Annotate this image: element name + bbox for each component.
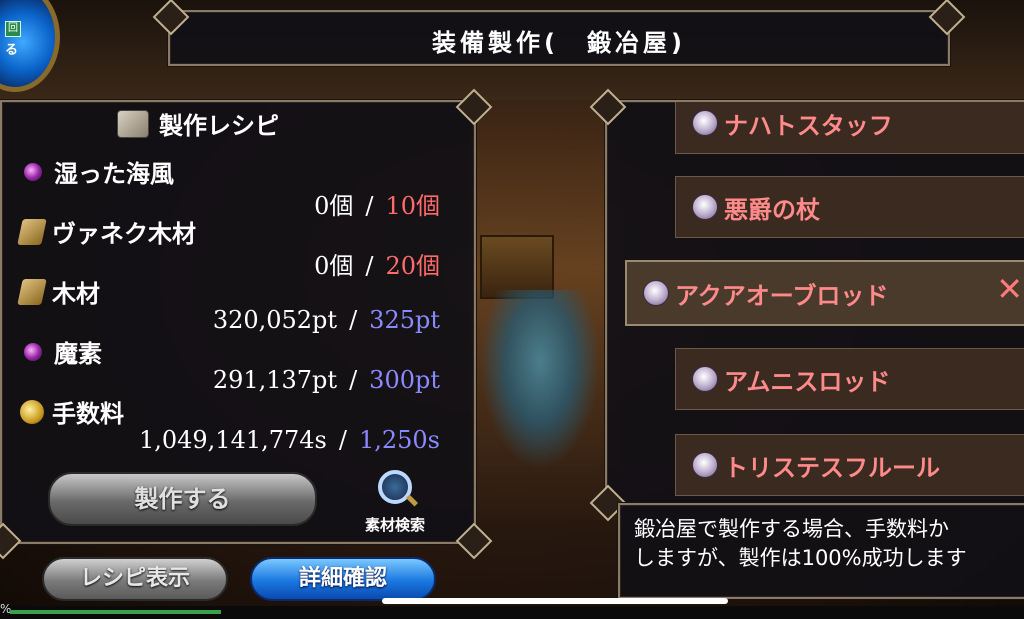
list-item-selected[interactable]: アクアオーブロッド ✕ [625,260,1024,326]
material-owned: 291,137pt [212,366,338,394]
material-name: 手数料 [52,400,124,428]
craft-button[interactable]: 製作する [48,472,317,526]
separator: / [349,366,358,394]
detail-confirm-button[interactable]: 詳細確認 [250,557,436,601]
recipe-header-label: 製作レシピ [159,112,279,140]
show-recipe-button[interactable]: レシピ表示 [42,557,228,601]
wood-icon [17,218,47,245]
list-item[interactable]: ナハトスタッフ [675,102,1024,154]
item-list-panel: ナハトスタッフ 悪爵の杖 アクアオーブロッド ✕ アムニスロッド トリステスフル… [605,100,1024,506]
item-name: トリステスフルール [724,453,940,482]
info-line: しますが、製作は100%成功します [634,546,967,570]
home-indicator[interactable] [382,598,728,604]
material-owned: 320,052pt [212,306,338,334]
list-item[interactable]: トリステスフルール [675,434,1024,496]
background-character [480,290,600,470]
staff-icon [692,194,718,220]
staff-icon [643,280,669,306]
material-required: 1,250s [358,426,440,454]
material-required: 300pt [369,366,440,394]
coin-icon [20,399,44,424]
material-name: 魔素 [54,340,102,368]
close-icon[interactable]: ✕ [996,270,1023,308]
progress-bar: % [0,602,1024,619]
material-name: ヴァネク木材 [52,220,196,248]
progress-fill [10,610,221,614]
material-row: 魔素 291,137pt / 300pt [20,334,460,394]
wood-icon [17,278,47,305]
separator: / [338,426,347,454]
material-row: 木材 320,052pt / 325pt [17,274,460,334]
material-row: 手数料 1,049,141,774s / 1,250s [20,394,460,454]
gem-icon [24,162,42,181]
info-message-box: 鍛冶屋で製作する場合、手数料か しますが、製作は100%成功します [618,503,1024,599]
title-bar: 装備製作( 鍛冶屋) [168,10,950,66]
staff-icon [692,366,718,392]
material-search-button[interactable]: 素材検索 [355,470,435,535]
info-line: 鍛冶屋で製作する場合、手数料か [634,517,949,541]
search-label: 素材検索 [364,516,425,534]
staff-icon [692,110,718,136]
item-name: アクアオーブロッド [675,281,889,310]
staff-icon [692,452,718,478]
gem-icon [24,342,42,361]
material-name: 木材 [52,280,100,308]
material-row: ヴァネク木材 0個/20個 [17,214,460,280]
item-name: ナハトスタッフ [724,111,893,140]
material-required: 325pt [369,306,440,334]
recipe-header: 製作レシピ [117,106,279,141]
orb-label: る [5,43,19,58]
item-name: 悪爵の杖 [724,195,820,224]
list-item[interactable]: アムニスロッド [675,348,1024,410]
page-title: 装備製作( 鍛冶屋) [432,29,686,57]
recipe-book-icon [117,110,149,138]
separator: / [349,306,358,334]
material-row: 湿った海風 0個/10個 [20,154,460,220]
item-name: アムニスロッド [724,367,891,396]
info-text: 鍛冶屋で製作する場合、手数料か しますが、製作は100%成功します [634,515,967,573]
orb-badge: 回 [5,21,21,37]
material-name: 湿った海風 [54,160,174,188]
search-icon [378,470,412,504]
material-owned: 1,049,141,774s [138,426,327,454]
list-item[interactable]: 悪爵の杖 [675,176,1024,238]
